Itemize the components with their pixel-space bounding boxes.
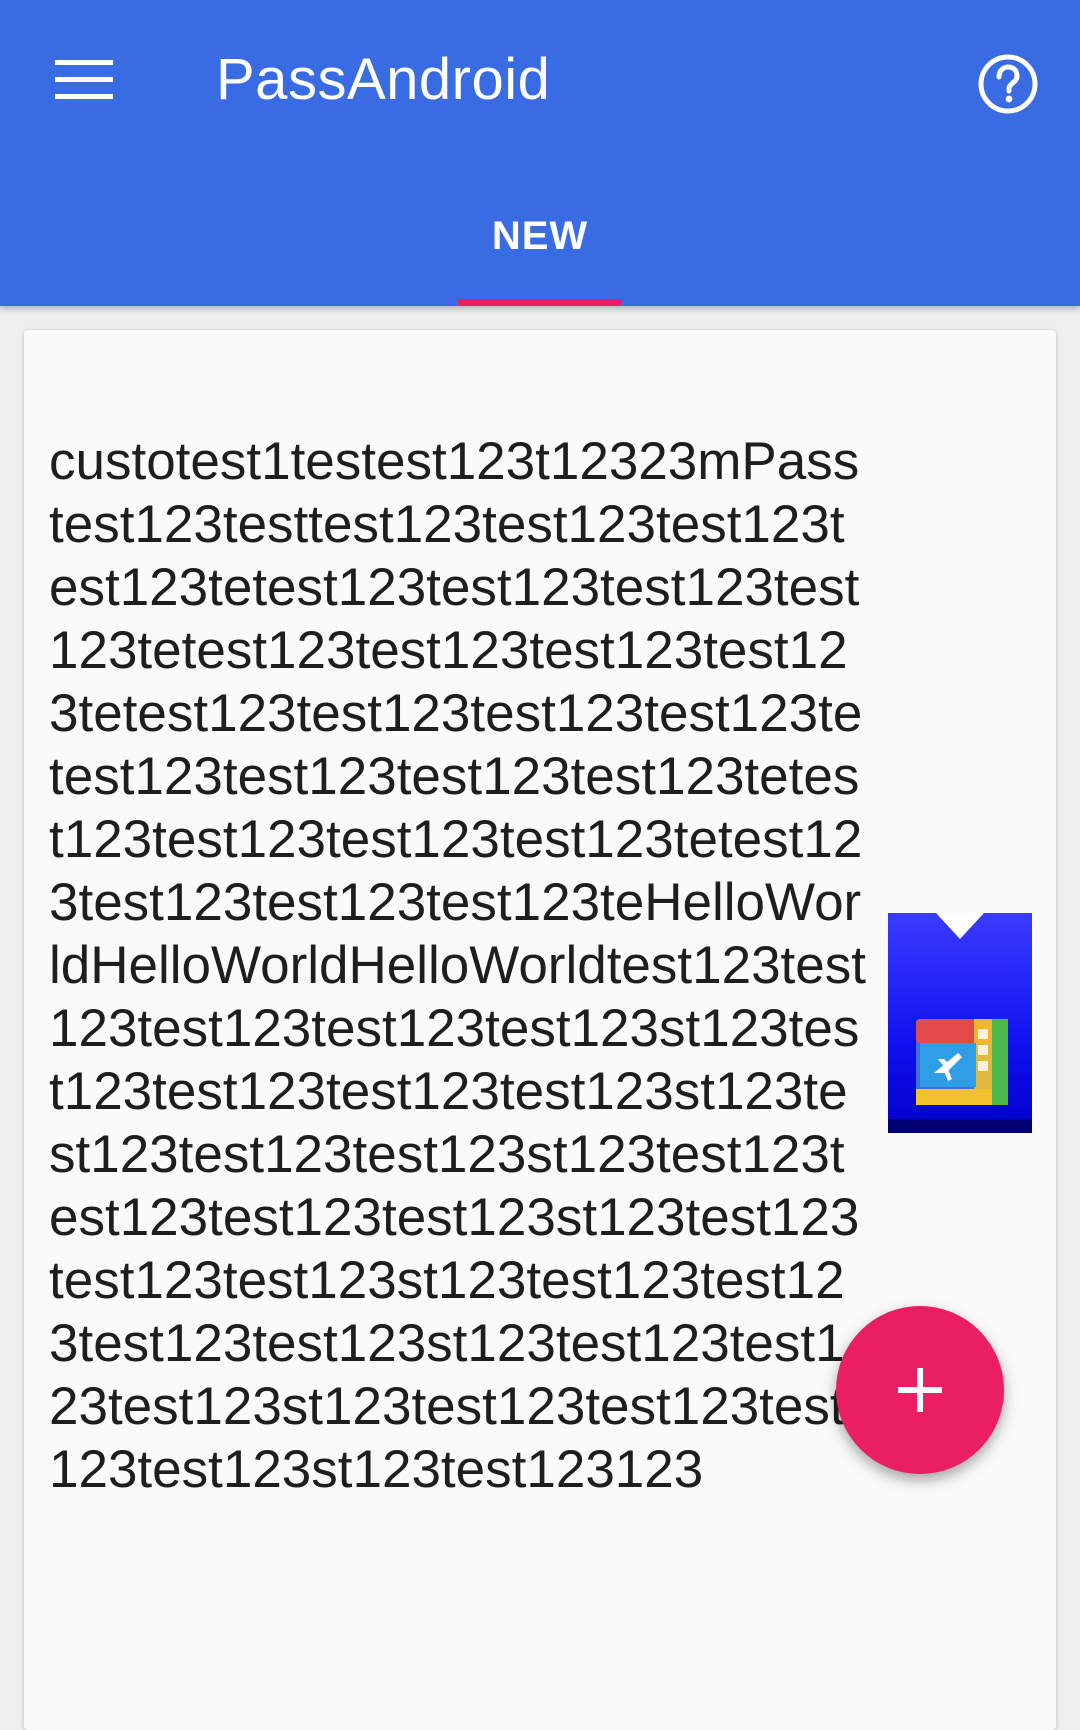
app-title: PassAndroid xyxy=(216,47,551,112)
tab-selected-indicator xyxy=(458,299,622,306)
help-circle-icon[interactable] xyxy=(968,44,1048,124)
tab-new-label: NEW xyxy=(491,214,589,258)
hamburger-menu-icon[interactable] xyxy=(44,44,124,116)
tab-new[interactable]: NEW xyxy=(458,192,622,306)
boarding-pass-plane-icon xyxy=(888,913,1032,1133)
pass-description: custotest1testest123t12323mPasstest123te… xyxy=(49,432,866,1499)
app-bar: PassAndroid NEW xyxy=(0,0,1080,306)
plus-icon xyxy=(898,1368,942,1412)
add-pass-button[interactable] xyxy=(836,1306,1004,1474)
